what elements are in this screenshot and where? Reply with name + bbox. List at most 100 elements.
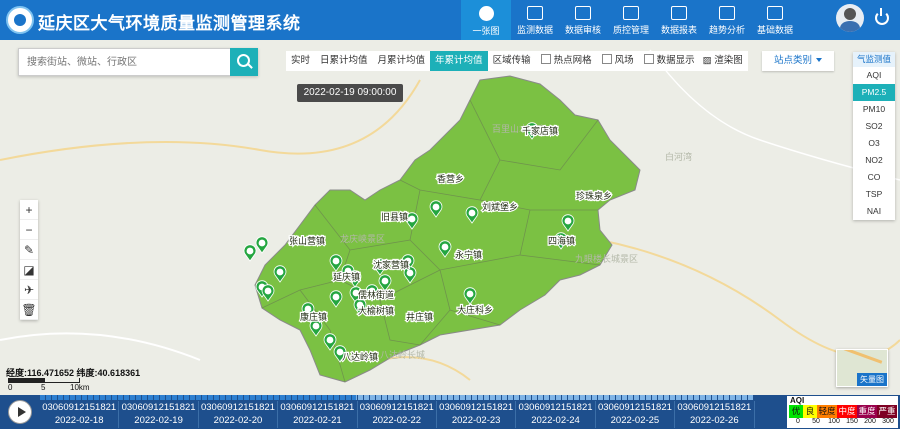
timeline-day[interactable]: 03060912151821 2022-02-26 xyxy=(675,401,755,428)
timeline-bar: 03060912151821 2022-02-18 03060912151821 2… xyxy=(0,395,900,429)
timeline-progress xyxy=(40,395,356,400)
timeline-day[interactable]: 03060912151821 2022-02-23 xyxy=(437,401,517,428)
tab-monthly-avg[interactable]: 月累计均值 xyxy=(373,51,431,71)
aqi-break: 200 xyxy=(864,418,876,425)
place-label-qianjiadian: 千家店镇 xyxy=(522,125,558,136)
timeline-day[interactable]: 03060912151821 2022-02-22 xyxy=(358,401,437,428)
aqi-level: 优 xyxy=(789,405,803,418)
station-icon xyxy=(432,203,440,211)
tab-daily-avg[interactable]: 日累计均值 xyxy=(315,51,373,71)
station-icon xyxy=(246,247,254,255)
pollutant-co[interactable]: CO xyxy=(853,169,895,186)
bg-label-longqingxia: 龙庆峡景区 xyxy=(340,233,385,244)
audit-icon xyxy=(575,6,591,20)
search-input[interactable] xyxy=(19,49,224,75)
map-toolbar: 实时 日累计均值 月累计均值 年累计均值 区域传输 热点网格 风场 数据显示 ▨… xyxy=(286,51,748,71)
pollutant-pm25[interactable]: PM2.5 xyxy=(853,84,895,101)
station-icon xyxy=(466,290,474,298)
pin-icon[interactable]: ✈ xyxy=(20,280,38,300)
pollutant-pm10[interactable]: PM10 xyxy=(853,101,895,118)
app-logo xyxy=(6,6,34,34)
main-nav: 一张图 监测数据 数据审核 质控管理 数据报表 趋势分析 基础数据 xyxy=(461,0,799,40)
nav-qc[interactable]: 质控管理 xyxy=(607,0,655,40)
tab-yearly-avg[interactable]: 年累计均值 xyxy=(430,51,488,71)
timeline-ticks[interactable] xyxy=(40,395,754,400)
pollutant-no2[interactable]: NO2 xyxy=(853,152,895,169)
nav-monitor-data[interactable]: 监测数据 xyxy=(511,0,559,40)
data-display-checkbox[interactable]: 数据显示 xyxy=(639,51,700,71)
nav-data-audit[interactable]: 数据审核 xyxy=(559,0,607,40)
zoom-in-button[interactable]: + xyxy=(20,200,38,220)
aqi-break: 0 xyxy=(796,418,800,425)
aqi-break: 50 xyxy=(812,418,820,425)
minimap[interactable]: 矢量图 xyxy=(836,349,888,387)
timeline-day[interactable]: 03060912151821 2022-02-24 xyxy=(516,401,596,428)
station-icon xyxy=(564,217,572,225)
search-button[interactable] xyxy=(230,48,258,76)
pollutant-aqi[interactable]: AQI xyxy=(853,67,895,84)
tab-realtime[interactable]: 实时 xyxy=(286,51,315,71)
place-label-xiangying: 香营乡 xyxy=(437,173,464,184)
nav-trend[interactable]: 趋势分析 xyxy=(703,0,751,40)
station-icon xyxy=(332,293,340,301)
power-icon[interactable] xyxy=(875,8,889,25)
timeline-day[interactable]: 03060912151821 2022-02-19 xyxy=(119,401,199,428)
search-box xyxy=(18,48,258,76)
place-label-yanqing: 延庆镇 xyxy=(333,271,360,282)
regional-transport-button[interactable]: 区域传输 xyxy=(488,51,536,71)
pollutant-o3[interactable]: O3 xyxy=(853,135,895,152)
app-title: 延庆区大气环境质量监测管理系统 xyxy=(38,14,301,33)
nav-report[interactable]: 数据报表 xyxy=(655,0,703,40)
pollutant-so2[interactable]: SO2 xyxy=(853,118,895,135)
hotspot-grid-checkbox[interactable]: 热点网格 xyxy=(536,51,597,71)
timeline-day[interactable]: 03060912151821 2022-02-18 xyxy=(40,401,120,428)
pollutant-nai[interactable]: NAI xyxy=(853,203,895,220)
trend-icon xyxy=(719,6,735,20)
site-type-dropdown[interactable]: 站点类别 xyxy=(762,51,834,71)
render-map-button[interactable]: ▨ 渲染图 xyxy=(700,51,748,71)
map-svg: 白河湾 九眼楼长城景区 龙庆峡景区 百里山水画廊 八达岭长城 千家店镇千家店镇 … xyxy=(0,40,900,395)
station-icon xyxy=(406,269,414,277)
render-icon: ▨ xyxy=(702,55,712,66)
bg-label-badaling: 八达岭长城 xyxy=(380,349,425,360)
bg-label-jiuyanlou: 九眼楼长城景区 xyxy=(575,253,638,264)
place-label-zhenzhuquan: 珍珠泉乡 xyxy=(576,190,612,201)
station-icon xyxy=(381,277,389,285)
aqi-break: 100 xyxy=(828,418,840,425)
pollutant-panel-title: 气监测值 xyxy=(853,52,895,67)
qc-icon xyxy=(623,6,639,20)
place-label-rulin: 儒林街道 xyxy=(358,289,394,300)
aqi-level: 严重 xyxy=(877,405,897,418)
ruler-icon[interactable]: ✎ xyxy=(20,240,38,260)
timeline-day[interactable]: 03060912151821 2022-02-21 xyxy=(278,401,358,428)
trash-icon[interactable]: 🗑 xyxy=(20,300,38,320)
area-measure-icon[interactable]: ◪ xyxy=(20,260,38,280)
aqi-level: 中度 xyxy=(837,405,857,418)
report-icon xyxy=(671,6,687,20)
map-canvas[interactable]: 白河湾 九眼楼长城景区 龙庆峡景区 百里山水画廊 八达岭长城 千家店镇 千家店镇 … xyxy=(0,40,900,395)
nav-base-data[interactable]: 基础数据 xyxy=(751,0,799,40)
play-button[interactable] xyxy=(8,400,32,424)
zoom-out-button[interactable]: − xyxy=(20,220,38,240)
station-icon xyxy=(408,215,416,223)
station-icon xyxy=(258,239,266,247)
place-label-yongning: 永宁镇 xyxy=(455,249,482,260)
aqi-level: 重度 xyxy=(857,405,877,418)
scale-zero: 0 xyxy=(8,383,13,392)
scale-bar: 0 5 10km xyxy=(8,378,90,392)
timeline-day[interactable]: 03060912151821 2022-02-20 xyxy=(199,401,279,428)
map-tools: + − ✎ ◪ ✈ 🗑 xyxy=(20,200,38,320)
wind-field-checkbox[interactable]: 风场 xyxy=(597,51,639,71)
timeline-day[interactable]: 03060912151821 2022-02-25 xyxy=(596,401,676,428)
place-label-dayushu: 大榆树镇 xyxy=(358,305,394,316)
place-label-zhangshanying: 张山营镇 xyxy=(289,235,325,246)
aqi-break: 150 xyxy=(846,418,858,425)
place-label-sihai: 四海镇 xyxy=(548,235,575,246)
station-icon xyxy=(332,257,340,265)
station-icon xyxy=(276,268,284,276)
aqi-levels: 优良轻度 中度 重度 严重 xyxy=(789,405,897,418)
pollutant-tsp[interactable]: TSP xyxy=(853,186,895,203)
user-avatar[interactable] xyxy=(836,4,864,32)
aqi-level: 良 xyxy=(803,405,817,418)
nav-one-map[interactable]: 一张图 xyxy=(461,0,511,40)
